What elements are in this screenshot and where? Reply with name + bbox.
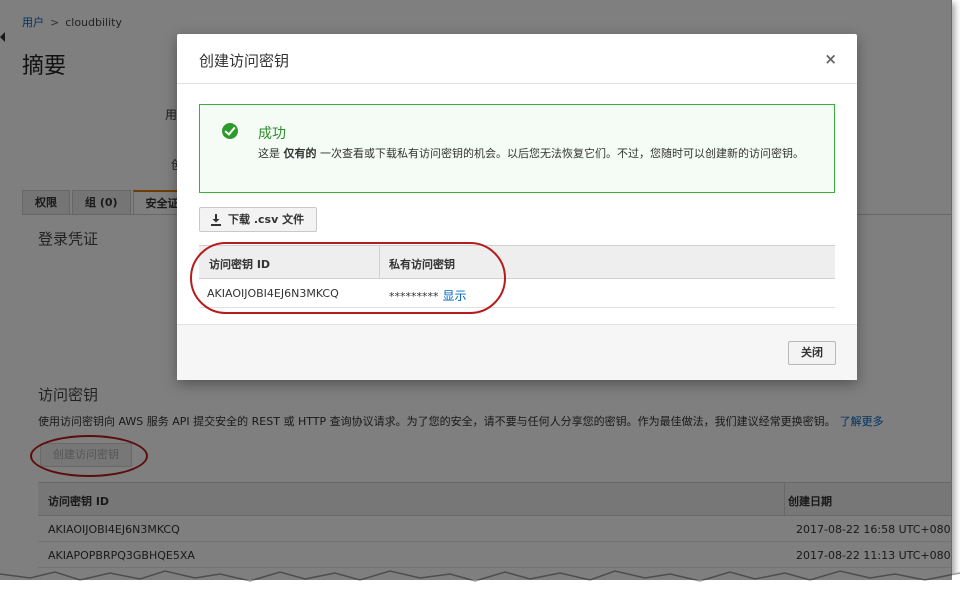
success-message-emphasis: 仅有的 xyxy=(283,147,317,160)
success-message-pre: 这是 xyxy=(258,147,280,160)
annotation-circle-credentials xyxy=(190,242,506,314)
success-message: 这是 仅有的 一次查看或下载私有访问密钥的机会。以后您无法恢复它们。不过，您随时… xyxy=(258,145,818,162)
dialog-footer: 关闭 xyxy=(177,324,857,380)
download-csv-label: 下载 .csv 文件 xyxy=(228,213,305,226)
create-access-key-dialog: 创建访问密钥 × 成功 这是 仅有的 一次查看或下载私有访问密钥的机会。以后您无… xyxy=(177,34,857,380)
download-csv-button[interactable]: 下载 .csv 文件 xyxy=(199,207,318,232)
download-icon xyxy=(211,213,221,226)
close-dialog-button[interactable]: 关闭 xyxy=(788,341,836,365)
dialog-title: 创建访问密钥 xyxy=(199,52,290,70)
check-circle-icon xyxy=(222,123,238,139)
dialog-header: 创建访问密钥 × xyxy=(177,34,857,84)
success-alert: 成功 这是 仅有的 一次查看或下载私有访问密钥的机会。以后您无法恢复它们。不过，… xyxy=(199,104,835,193)
close-icon[interactable]: × xyxy=(824,50,837,68)
success-title: 成功 xyxy=(258,126,286,142)
success-message-post: 一次查看或下载私有访问密钥的机会。以后您无法恢复它们。不过，您随时可以创建新的访… xyxy=(320,147,804,160)
